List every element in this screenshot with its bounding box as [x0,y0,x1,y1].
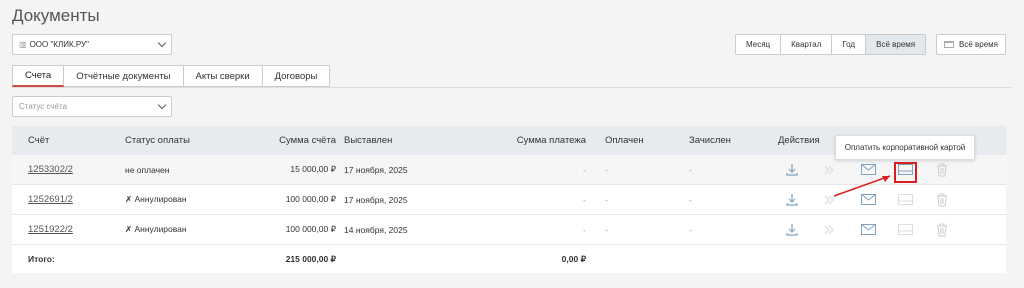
date-range-label: Всё время [959,40,998,49]
tab-contracts[interactable]: Договоры [262,65,331,87]
card-icon [898,185,913,214]
calendar-icon [944,41,954,48]
annotation-arrow-icon [833,175,891,197]
period-quarter-button[interactable]: Квартал [780,35,831,54]
org-select[interactable]: ▥ ООО "КЛИК.РУ" [12,34,172,55]
invoice-link[interactable]: 1251922/2 [28,224,73,235]
issued-date: 17 ноября, 2025 [344,164,408,175]
header-issued: Выставлен [344,135,393,146]
tab-reconciliation-acts[interactable]: Акты сверки [183,65,263,87]
date-range-button[interactable]: Всё время [936,34,1006,55]
table-row: 1251922/2 ✗ Аннулирован 100 000,00 ₽ 14 … [12,215,1006,245]
credited-date: - [689,194,692,205]
trash-icon [936,215,948,244]
period-month-button[interactable]: Месяц [736,35,780,54]
card-icon-highlight [894,162,917,183]
payment-status: не оплачен [125,164,170,175]
invoice-amount: 100 000,00 ₽ [285,194,336,204]
total-payment-sum: 0,00 ₽ [561,253,586,264]
total-amount: 215 000,00 ₽ [285,253,336,264]
forward-icon [823,215,835,244]
status-filter-select[interactable]: Статус счёта [12,96,172,117]
payment-sum: - [583,164,586,175]
period-selector: Месяц Квартал Год Всё время [735,34,927,55]
payment-status: ✗ Аннулирован [125,224,187,234]
tab-reporting-documents[interactable]: Отчётные документы [64,65,184,87]
paid-date: - [605,194,608,205]
trash-icon [936,185,948,214]
building-icon: ▥ [19,40,27,49]
header-invoice: Счёт [28,135,50,146]
document-tabs: Счета Отчётные документы Акты сверки Дог… [12,65,331,87]
download-icon[interactable] [786,155,798,184]
chevron-down-icon [157,100,167,110]
header-actions: Действия [778,135,820,146]
chevron-down-icon [157,38,167,48]
period-year-button[interactable]: Год [831,35,865,54]
credited-date: - [689,164,692,175]
invoice-amount: 15 000,00 ₽ [290,164,336,174]
payment-sum: - [583,194,586,205]
invoice-amount: 100 000,00 ₽ [285,224,336,234]
card-icon [898,215,913,244]
issued-date: 17 ноября, 2025 [344,194,408,205]
issued-date: 14 ноября, 2025 [344,224,408,235]
tabs-divider [12,87,1012,88]
tab-invoices[interactable]: Счета [12,65,65,87]
header-payment-status: Статус оплаты [125,135,190,146]
page-title: Документы [12,6,100,25]
credited-date: - [689,224,692,235]
pay-by-card-tooltip: Оплатить корпоративной картой [835,135,975,160]
header-amount: Сумма счёта [279,135,336,146]
header-paid: Оплачен [605,135,644,146]
invoice-link[interactable]: 1253302/2 [28,164,73,175]
status-filter-placeholder: Статус счёта [19,102,68,111]
paid-date: - [605,224,608,235]
org-select-value: ООО "КЛИК.РУ" [29,40,89,49]
period-all-time-button[interactable]: Всё время [865,35,926,54]
paid-date: - [605,164,608,175]
total-row: Итого: 215 000,00 ₽ 0,00 ₽ [12,245,1006,273]
invoice-link[interactable]: 1252691/2 [28,194,73,205]
download-icon[interactable] [786,215,798,244]
header-payment-sum: Сумма платежа [516,135,586,146]
mail-icon[interactable] [861,215,876,244]
total-label: Итого: [28,254,55,264]
header-credited: Зачислен [689,135,731,146]
payment-sum: - [583,224,586,235]
download-icon[interactable] [786,185,798,214]
payment-status: ✗ Аннулирован [125,194,187,204]
